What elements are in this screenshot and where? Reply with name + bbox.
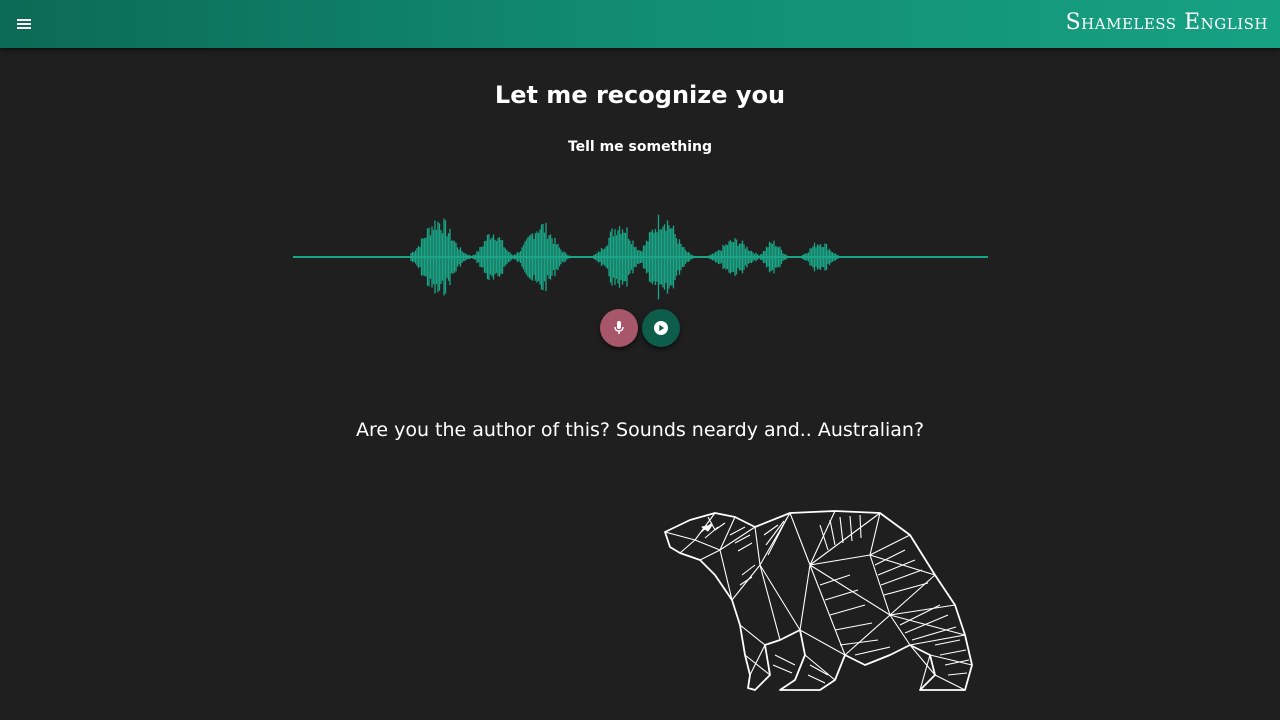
play-icon (654, 321, 668, 335)
microphone-icon (614, 321, 624, 334)
app-bar: Shameless English (0, 0, 1280, 48)
page-subtitle: Tell me something (567, 139, 713, 155)
polar-bear-icon (664, 510, 973, 691)
play-button[interactable] (642, 309, 680, 347)
audio-waveform[interactable] (293, 200, 988, 310)
menu-icon (17, 19, 31, 29)
record-button[interactable] (600, 309, 638, 347)
menu-button[interactable] (10, 10, 38, 38)
recognition-result: Are you the author of this? Sounds neard… (355, 419, 925, 441)
brand-title[interactable]: Shameless English (1066, 10, 1268, 35)
page-title: Let me recognize you (494, 81, 786, 109)
